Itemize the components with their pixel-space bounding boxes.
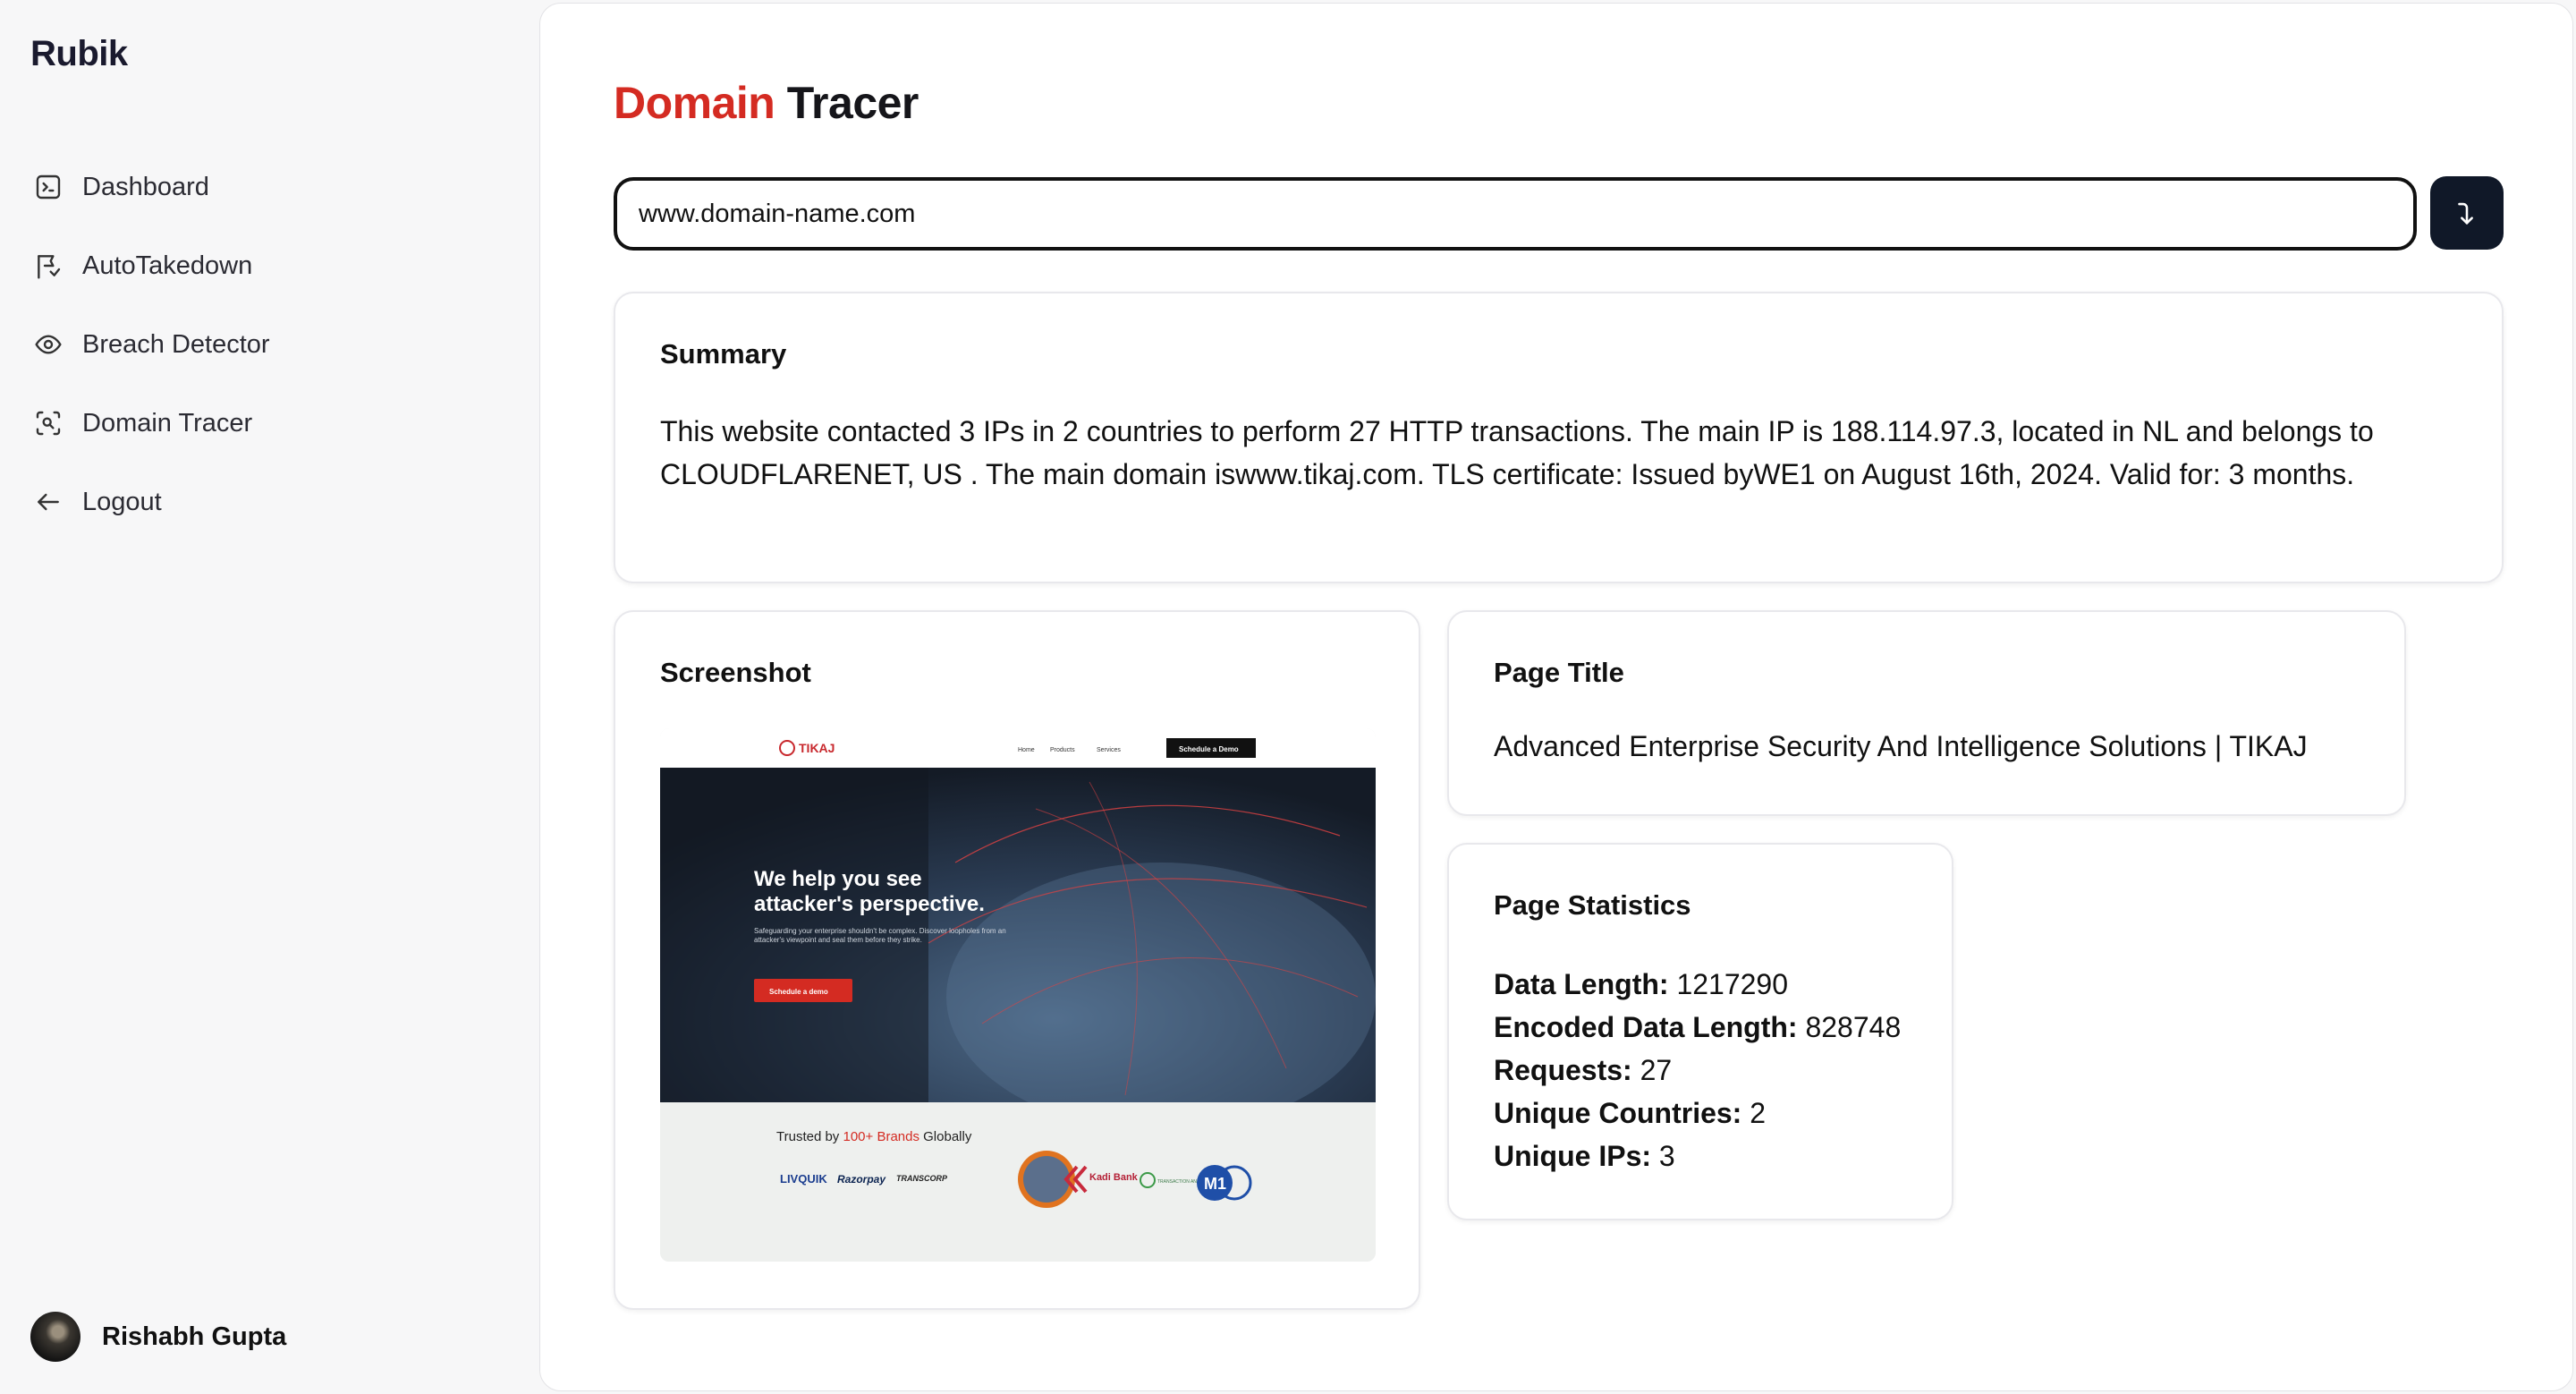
stat-label: Requests:: [1494, 1054, 1632, 1086]
user-profile[interactable]: Rishabh Gupta: [30, 1312, 286, 1362]
sidebar-item-label: Domain Tracer: [82, 408, 253, 438]
summary-text: This website contacted 3 IPs in 2 countr…: [660, 415, 2374, 490]
stat-label: Unique IPs:: [1494, 1140, 1652, 1172]
sidebar: Rubik Dashboard AutoTakedown Breach Dete…: [0, 0, 539, 1394]
stat-value: 3: [1658, 1140, 1675, 1172]
site-logo: TIKAJ: [799, 741, 835, 755]
site-brand-razorpay: Razorpay: [837, 1173, 886, 1186]
site-brand-livquik: LIVQUIK: [780, 1172, 827, 1186]
avatar: [30, 1312, 80, 1362]
stat-requests: Requests: 27: [1494, 1049, 1901, 1092]
sidebar-item-domain-tracer[interactable]: Domain Tracer: [32, 384, 515, 463]
main-panel: Domain Tracer Summary This website conta…: [539, 3, 2573, 1391]
stat-unique-countries: Unique Countries: 2: [1494, 1092, 1901, 1135]
summary-card: Summary This website contacted 3 IPs in …: [614, 292, 2504, 583]
page-statistics-card: Page Statistics Data Length: 1217290 Enc…: [1447, 843, 1953, 1220]
sidebar-item-label: Breach Detector: [82, 329, 270, 359]
stat-data-length: Data Length: 1217290: [1494, 963, 1901, 1006]
site-brand-m1: M1: [1204, 1175, 1226, 1193]
sidebar-item-label: AutoTakedown: [82, 251, 253, 280]
svg-text:Trusted by 100+ Brands Globall: Trusted by 100+ Brands Globally: [776, 1129, 972, 1144]
site-hero-line-2: attacker's perspective.: [754, 892, 985, 916]
screenshot-heading: Screenshot: [660, 657, 811, 688]
arrow-turn-down-icon: [2452, 198, 2482, 228]
site-hero-line-1: We help you see: [754, 867, 922, 891]
sidebar-item-label: Dashboard: [82, 172, 209, 201]
sidebar-nav: Dashboard AutoTakedown Breach Detector D…: [32, 148, 515, 541]
page-title-accent: Domain: [614, 78, 775, 128]
summary-heading: Summary: [660, 338, 787, 370]
site-cta: Schedule a Demo: [1179, 745, 1239, 753]
trace-button[interactable]: [2430, 176, 2504, 250]
sidebar-item-breach-detector[interactable]: Breach Detector: [32, 305, 515, 384]
website-screenshot: TIKAJ Home Products Services Schedule a …: [660, 728, 1376, 1262]
sidebar-item-label: Logout: [82, 487, 162, 516]
stat-value: 1217290: [1676, 968, 1789, 1000]
site-trusted-prefix: Trusted by: [776, 1129, 840, 1144]
site-brand-kadi-bank: Kadi Bank: [1089, 1172, 1139, 1183]
stats-list: Data Length: 1217290 Encoded Data Length…: [1494, 963, 1901, 1177]
site-nav-services: Services: [1097, 747, 1121, 753]
search-box: [614, 177, 2417, 251]
page-title-rest: Tracer: [786, 78, 919, 128]
page-title: Domain Tracer: [614, 77, 919, 129]
sidebar-item-autotakedown[interactable]: AutoTakedown: [32, 226, 515, 305]
arrow-left-icon: [32, 486, 64, 518]
scan-face-icon: [32, 407, 64, 439]
site-brand-transcorp: TRANSCORP: [896, 1174, 948, 1183]
app-logo: Rubik: [30, 34, 128, 73]
site-hero-button: Schedule a demo: [769, 988, 828, 996]
stat-value: 828748: [1805, 1011, 1902, 1043]
terminal-square-icon: [32, 171, 64, 203]
stat-encoded-data-length: Encoded Data Length: 828748: [1494, 1006, 1901, 1049]
site-nav-home: Home: [1018, 747, 1035, 753]
stat-label: Encoded Data Length:: [1494, 1011, 1798, 1043]
stat-value: 2: [1750, 1097, 1767, 1129]
screenshot-card: Screenshot TIKAJ Home Products Services: [614, 610, 1420, 1310]
domain-input[interactable]: [639, 199, 2413, 229]
page-title-card: Page Title Advanced Enterprise Security …: [1447, 610, 2406, 816]
stat-label: Data Length:: [1494, 968, 1669, 1000]
site-trusted-accent: 100+ Brands: [843, 1129, 919, 1144]
eye-icon: [32, 328, 64, 361]
stat-unique-ips: Unique IPs: 3: [1494, 1135, 1901, 1177]
page-title-value: Advanced Enterprise Security And Intelli…: [1494, 730, 2308, 762]
page-title-heading: Page Title: [1494, 657, 1624, 688]
sidebar-item-logout[interactable]: Logout: [32, 463, 515, 541]
user-name: Rishabh Gupta: [102, 1322, 287, 1351]
stat-value: 27: [1640, 1054, 1673, 1086]
site-trusted-suffix: Globally: [923, 1129, 972, 1144]
stat-label: Unique Countries:: [1494, 1097, 1742, 1129]
site-hero-subtext: Safeguarding your enterprise shouldn't b…: [754, 927, 1006, 944]
page-statistics-heading: Page Statistics: [1494, 889, 1691, 921]
flag-arrow-icon: [32, 250, 64, 282]
sidebar-item-dashboard[interactable]: Dashboard: [32, 148, 515, 226]
site-nav-products: Products: [1050, 747, 1075, 753]
